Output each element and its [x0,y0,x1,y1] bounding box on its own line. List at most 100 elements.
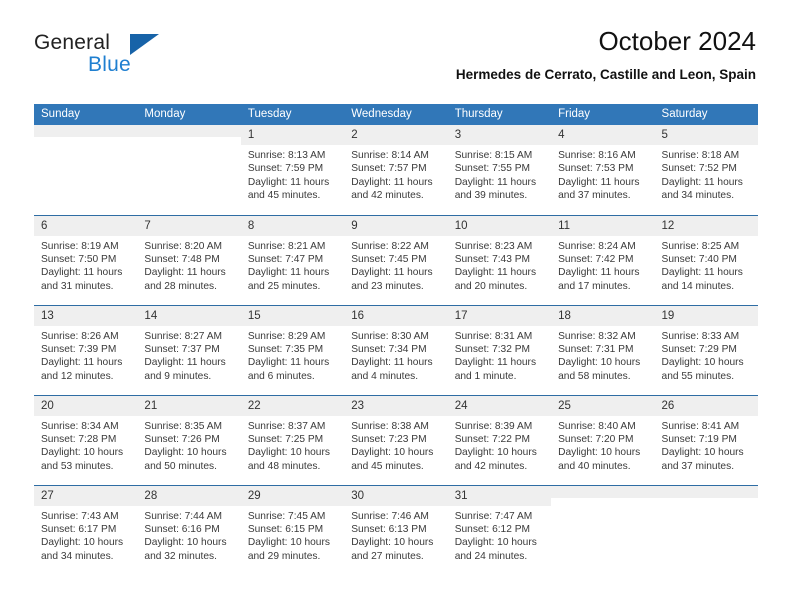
calendar-day-cell[interactable]: 8 Sunrise: 8:21 AM Sunset: 7:47 PM Daylight… [240,214,345,305]
day-number: 3 [447,125,552,145]
daylight-text-line2: and 37 minutes. [558,190,631,202]
day-number: 30 [344,485,448,506]
day-sun-info: Sunrise: 7:44 AM Sunset: 6:16 PM Daylight:… [137,506,240,564]
daylight-text-line2: and 31 minutes. [41,280,114,292]
day-number [34,125,138,137]
calendar-day-cell[interactable]: 31 Sunrise: 7:47 AM Sunset: 6:12 PM Dayligh… [447,484,552,575]
day-number: 17 [447,305,552,326]
sunset-text: Sunset: 7:45 PM [351,253,427,265]
weekday-header-friday: Friday [551,104,655,125]
calendar-day-cell[interactable]: 18 Sunrise: 8:32 AM Sunset: 7:31 PM Dayligh… [551,304,655,395]
sunrise-text: Sunrise: 8:22 AM [351,240,429,252]
logo-triangle-icon [130,34,159,55]
day-sun-info: Sunrise: 8:33 AM Sunset: 7:29 PM Daylight:… [655,326,758,384]
title-block: October 2024 Hermedes de Cerrato, Castil… [456,26,756,83]
calendar-day-cell[interactable]: 6 Sunrise: 8:19 AM Sunset: 7:50 PM Daylight… [34,214,138,305]
calendar-day-cell[interactable]: 20 Sunrise: 8:34 AM Sunset: 7:28 PM Dayligh… [34,394,138,485]
calendar-day-cell[interactable]: 24 Sunrise: 8:39 AM Sunset: 7:22 PM Dayligh… [447,394,552,485]
calendar-day-cell[interactable]: 17 Sunrise: 8:31 AM Sunset: 7:32 PM Dayligh… [447,304,552,395]
day-sun-info: Sunrise: 7:45 AM Sunset: 6:15 PM Daylight:… [241,506,344,564]
day-number [551,485,655,498]
day-sun-info: Sunrise: 8:35 AM Sunset: 7:26 PM Daylight:… [137,416,240,474]
daylight-text-line1: Daylight: 11 hours [144,357,226,369]
sunrise-text: Sunrise: 8:15 AM [454,150,533,161]
sunset-text: Sunset: 6:13 PM [351,523,427,535]
calendar-day-cell[interactable]: 5 Sunrise: 8:18 AM Sunset: 7:52 PM Daylight… [654,125,758,215]
calendar-day-cell[interactable]: 29 Sunrise: 7:45 AM Sunset: 6:15 PM Dayligh… [240,484,345,575]
sunrise-text: Sunrise: 7:45 AM [247,510,326,522]
daylight-text-line2: and 25 minutes. [247,280,321,292]
calendar-day-cell[interactable]: 12 Sunrise: 8:25 AM Sunset: 7:40 PM Dayligh… [654,214,758,305]
day-number: 16 [344,305,448,326]
sunrise-text: Sunrise: 8:27 AM [144,330,223,342]
day-number: 22 [240,395,345,416]
calendar-day-cell[interactable]: 30 Sunrise: 7:46 AM Sunset: 6:13 PM Dayligh… [344,484,448,575]
daylight-text-line1: Daylight: 10 hours [41,537,124,549]
day-number: 21 [137,395,241,416]
day-number: 7 [137,215,241,236]
calendar-day-cell[interactable]: 16 Sunrise: 8:30 AM Sunset: 7:34 PM Dayligh… [344,304,448,395]
weekday-header-thursday: Thursday [447,104,552,125]
calendar-day-cell[interactable]: 13 Sunrise: 8:26 AM Sunset: 7:39 PM Dayligh… [34,304,138,395]
day-sun-info: Sunrise: 8:20 AM Sunset: 7:48 PM Daylight:… [137,236,240,294]
daylight-text-line1: Daylight: 10 hours [41,447,124,459]
sunset-text: Sunset: 7:39 PM [41,343,117,355]
calendar-day-cell[interactable]: 2 Sunrise: 8:14 AM Sunset: 7:57 PM Daylight… [344,125,448,215]
day-number: 31 [447,485,552,506]
sunset-text: Sunset: 6:15 PM [247,523,324,535]
day-sun-info: Sunrise: 8:32 AM Sunset: 7:31 PM Daylight:… [551,326,654,384]
calendar-day-cell[interactable]: 11 Sunrise: 8:24 AM Sunset: 7:42 PM Dayligh… [551,214,655,305]
calendar-day-cell[interactable]: 27 Sunrise: 7:43 AM Sunset: 6:17 PM Dayligh… [34,484,138,575]
day-number [137,125,241,137]
calendar-day-cell[interactable]: 28 Sunrise: 7:44 AM Sunset: 6:16 PM Dayligh… [137,484,241,575]
sunset-text: Sunset: 7:55 PM [454,163,531,175]
sunset-text: Sunset: 7:23 PM [351,433,427,445]
day-number [654,485,758,498]
calendar-day-cell[interactable]: 15 Sunrise: 8:29 AM Sunset: 7:35 PM Dayligh… [240,304,345,395]
day-sun-info: Sunrise: 8:26 AM Sunset: 7:39 PM Daylight:… [34,326,137,384]
sunrise-text: Sunrise: 8:23 AM [454,240,533,252]
calendar-day-cell[interactable]: 23 Sunrise: 8:38 AM Sunset: 7:23 PM Dayligh… [344,394,448,485]
sunset-text: Sunset: 7:35 PM [247,343,324,355]
sunrise-text: Sunrise: 7:46 AM [351,510,429,522]
calendar-day-cell[interactable]: 21 Sunrise: 8:35 AM Sunset: 7:26 PM Dayligh… [137,394,241,485]
calendar-table: Sunday Monday Tuesday Wednesday Thursday… [34,104,758,575]
day-sun-info: Sunrise: 8:16 AM Sunset: 7:53 PM Daylight:… [551,145,654,203]
sunrise-text: Sunrise: 8:35 AM [144,420,223,432]
calendar-day-cell[interactable]: 1 Sunrise: 8:13 AM Sunset: 7:59 PM Daylight… [240,125,345,215]
calendar-day-cell[interactable]: 9 Sunrise: 8:22 AM Sunset: 7:45 PM Daylight… [344,214,448,305]
page-title: October 2024 [598,26,756,56]
daylight-text-line2: and 27 minutes. [351,550,424,562]
day-number: 12 [654,215,758,236]
calendar-day-cell[interactable]: 19 Sunrise: 8:33 AM Sunset: 7:29 PM Dayligh… [654,304,758,395]
day-sun-info: Sunrise: 7:46 AM Sunset: 6:13 PM Daylight:… [344,506,447,564]
day-sun-info: Sunrise: 8:18 AM Sunset: 7:52 PM Daylight:… [655,145,758,203]
calendar-day-cell[interactable]: 25 Sunrise: 8:40 AM Sunset: 7:20 PM Dayligh… [551,394,655,485]
calendar-day-cell[interactable]: 3 Sunrise: 8:15 AM Sunset: 7:55 PM Daylight… [447,125,552,215]
sunset-text: Sunset: 7:47 PM [247,253,324,265]
day-sun-info: Sunrise: 8:23 AM Sunset: 7:43 PM Daylight:… [448,236,551,294]
daylight-text-line2: and 29 minutes. [247,550,321,562]
calendar-day-cell[interactable]: 10 Sunrise: 8:23 AM Sunset: 7:43 PM Dayligh… [447,214,552,305]
day-sun-info: Sunrise: 8:25 AM Sunset: 7:40 PM Daylight:… [655,236,758,294]
weekday-header-saturday: Saturday [654,104,758,125]
sunrise-text: Sunrise: 7:43 AM [41,510,119,522]
calendar-day-cell[interactable]: 22 Sunrise: 8:37 AM Sunset: 7:25 PM Dayligh… [240,394,345,485]
calendar-day-cell[interactable]: 14 Sunrise: 8:27 AM Sunset: 7:37 PM Dayligh… [137,304,241,395]
day-number: 2 [344,125,448,145]
day-sun-info: Sunrise: 8:30 AM Sunset: 7:34 PM Daylight:… [344,326,447,384]
sunrise-text: Sunrise: 8:25 AM [661,240,740,252]
daylight-text-line1: Daylight: 11 hours [41,357,123,369]
calendar-day-cell[interactable]: 7 Sunrise: 8:20 AM Sunset: 7:48 PM Daylight… [137,214,241,305]
calendar-day-cell[interactable]: 26 Sunrise: 8:41 AM Sunset: 7:19 PM Dayligh… [654,394,758,485]
calendar-day-cell[interactable]: 4 Sunrise: 8:16 AM Sunset: 7:53 PM Daylight… [551,125,655,215]
daylight-text-line2: and 39 minutes. [454,190,528,202]
calendar-day-cell-empty [654,484,758,575]
daylight-text-line1: Daylight: 11 hours [454,267,537,279]
daylight-text-line2: and 58 minutes. [558,370,631,382]
sunrise-text: Sunrise: 8:24 AM [558,240,636,252]
sunrise-text: Sunrise: 8:16 AM [558,150,636,161]
sunset-text: Sunset: 7:25 PM [247,433,324,445]
daylight-text-line1: Daylight: 11 hours [454,176,537,188]
sunrise-text: Sunrise: 8:29 AM [247,330,326,342]
